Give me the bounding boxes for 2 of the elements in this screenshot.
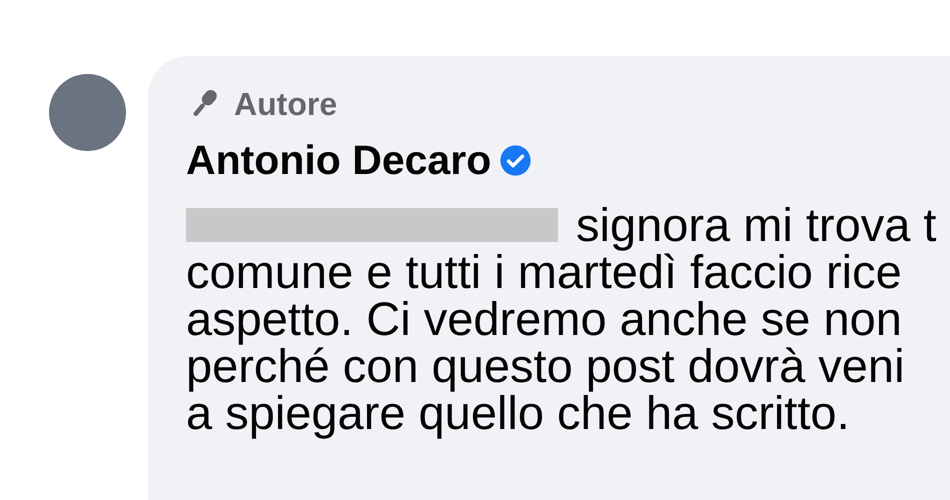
author-role-label: Autore bbox=[234, 88, 338, 120]
author-name[interactable]: Antonio Decaro bbox=[186, 140, 492, 181]
